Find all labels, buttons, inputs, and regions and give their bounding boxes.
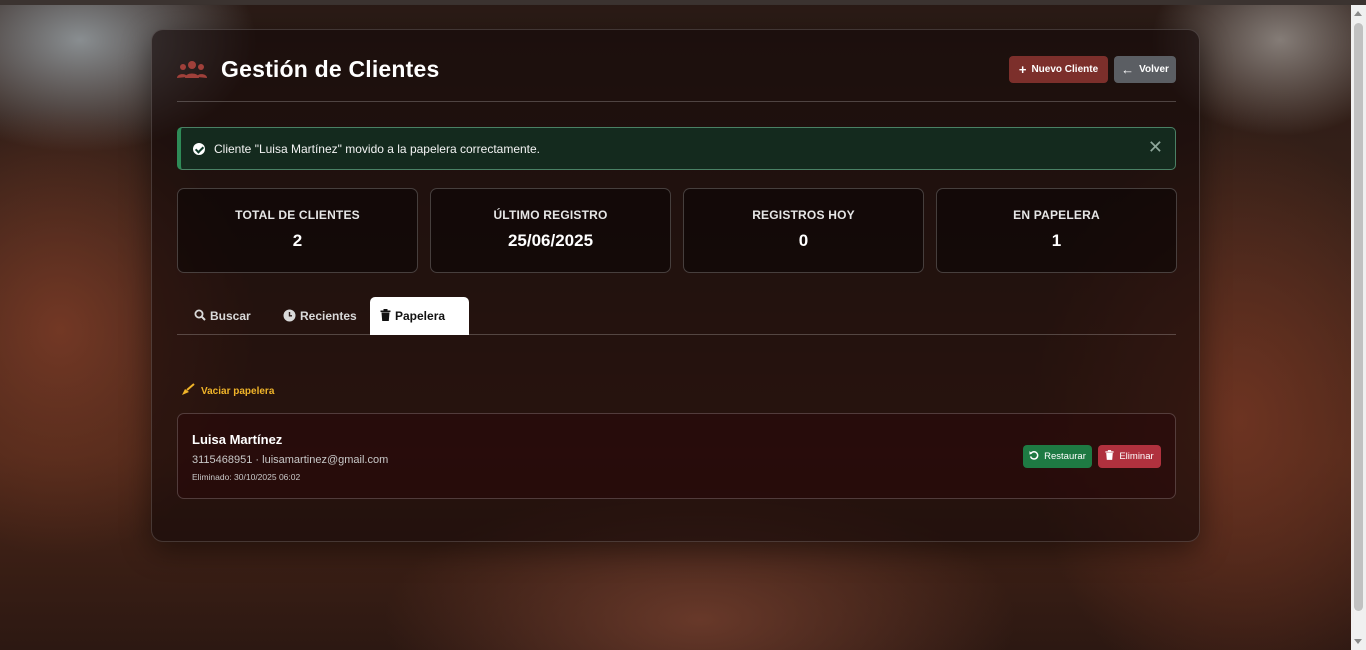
stat-value: 0 (798, 231, 809, 250)
arrow-left-icon: ← (1121, 62, 1135, 77)
delete-permanently-button[interactable]: Eliminar (1098, 445, 1161, 468)
trash-icon (380, 309, 391, 323)
stat-total-clients: TOTAL DE CLIENTES 2 (177, 188, 418, 273)
stat-value: 25/06/2025 (507, 231, 594, 250)
new-client-label: Nuevo Cliente (1031, 64, 1099, 75)
delete-label: Eliminar (1119, 451, 1154, 462)
tab-trash[interactable]: Papelera (370, 297, 469, 335)
clock-icon (283, 309, 296, 324)
scrollbar-thumb[interactable] (1354, 23, 1363, 611)
main-panel: Gestión de Clientes + Nuevo Cliente ← Vo… (151, 29, 1200, 542)
deleted-date: Eliminado: 30/10/2025 06:02 (192, 472, 301, 482)
plus-icon: + (1018, 62, 1027, 77)
close-icon[interactable]: ✕ (1148, 138, 1163, 156)
success-alert: Cliente "Luisa Martínez" movido a la pap… (177, 127, 1176, 170)
scroll-up-icon[interactable] (1354, 11, 1362, 16)
search-icon (194, 309, 206, 323)
stat-last-registration: ÚLTIMO REGISTRO 25/06/2025 (430, 188, 671, 273)
stat-label: EN PAPELERA (1013, 208, 1100, 222)
trash-list-item: Luisa Martínez 3115468951 · luisamartine… (177, 413, 1176, 499)
restore-button[interactable]: Restaurar (1023, 445, 1092, 468)
empty-trash-label: Vaciar papelera (201, 385, 275, 397)
new-client-button[interactable]: + Nuevo Cliente (1009, 56, 1108, 83)
page-title: Gestión de Clientes (221, 56, 440, 82)
restore-label: Restaurar (1044, 451, 1086, 462)
stat-in-trash: EN PAPELERA 1 (936, 188, 1177, 273)
broom-icon (181, 383, 195, 399)
client-name: Luisa Martínez (192, 432, 283, 447)
tab-label: Papelera (395, 309, 446, 323)
tab-bar: Buscar Recientes Papelera (177, 297, 1176, 335)
stat-value: 2 (292, 231, 303, 250)
check-circle-icon (193, 143, 205, 155)
stat-registrations-today: REGISTROS HOY 0 (683, 188, 924, 273)
back-label: Volver (1139, 64, 1169, 75)
vertical-scrollbar[interactable] (1351, 5, 1366, 650)
tab-recent[interactable]: Recientes (273, 297, 367, 335)
trash-icon (1105, 450, 1114, 463)
stat-value: 1 (1051, 231, 1062, 250)
tab-label: Recientes (300, 309, 357, 323)
users-icon (177, 58, 207, 82)
tab-search[interactable]: Buscar (184, 297, 261, 335)
alert-message: Cliente "Luisa Martínez" movido a la pap… (214, 142, 541, 156)
stat-label: REGISTROS HOY (752, 208, 855, 222)
client-contact: 3115468951 · luisamartinez@gmail.com (192, 454, 389, 466)
back-button[interactable]: ← Volver (1114, 56, 1176, 83)
stat-label: TOTAL DE CLIENTES (235, 208, 360, 222)
empty-trash-button[interactable]: Vaciar papelera (181, 383, 274, 399)
tab-label: Buscar (210, 309, 251, 323)
stat-label: ÚLTIMO REGISTRO (493, 208, 608, 222)
browser-top-bar (0, 0, 1366, 5)
page-header: Gestión de Clientes + Nuevo Cliente ← Vo… (177, 54, 1176, 102)
scroll-down-icon[interactable] (1354, 639, 1362, 644)
undo-icon (1029, 450, 1039, 463)
